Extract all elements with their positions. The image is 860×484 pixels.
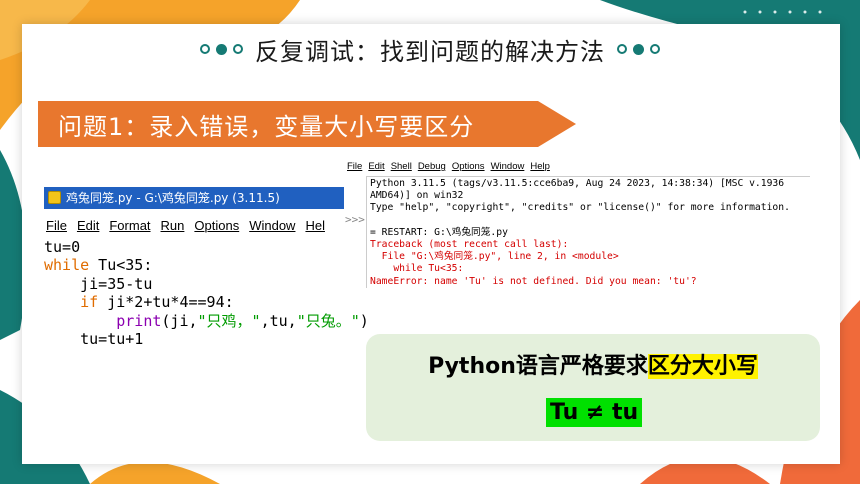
code-token: ,tu, bbox=[260, 311, 297, 330]
code-line: tu=0 bbox=[44, 238, 374, 256]
shell-line: = RESTART: G:\鸡兔同笼.py bbox=[370, 226, 508, 238]
circle-filled-icon bbox=[633, 43, 644, 55]
code-line: ji=35-tu bbox=[44, 275, 374, 293]
shell-line: Traceback (most recent call last): bbox=[370, 239, 569, 251]
editor-menubar: File Edit Format Run Options Window Hel bbox=[44, 214, 346, 236]
circle-outline-icon bbox=[200, 44, 210, 54]
shell-menu-help[interactable]: Help bbox=[530, 161, 550, 175]
python-file-icon bbox=[48, 191, 61, 204]
code-line: while Tu<35: bbox=[44, 256, 374, 274]
code-editor[interactable]: tu=0 while Tu<35: ji=35-tu if ji*2+tu*4==… bbox=[44, 238, 374, 358]
circle-outline-icon bbox=[233, 44, 243, 54]
code-token: (ji, bbox=[161, 311, 198, 330]
code-token: while bbox=[44, 256, 90, 275]
shell-line: File "G:\鸡兔同笼.py", line 2, in <module> bbox=[370, 251, 619, 263]
code-token: tu=tu+1 bbox=[44, 330, 144, 349]
shell-menu-shell[interactable]: Shell bbox=[391, 161, 412, 175]
shell-menu-window[interactable]: Window bbox=[491, 161, 525, 175]
code-line: tu=tu+1 bbox=[44, 330, 374, 348]
code-token: "只兔。" bbox=[296, 311, 360, 330]
menu-options[interactable]: Options bbox=[194, 218, 239, 233]
code-token: tu=0 bbox=[44, 238, 81, 256]
code-token: if bbox=[80, 293, 99, 312]
circle-filled-icon bbox=[216, 43, 227, 55]
callout-line-1: Python语言严格要求区分大小写 bbox=[366, 348, 820, 380]
menu-format[interactable]: Format bbox=[109, 218, 150, 233]
menu-run[interactable]: Run bbox=[161, 218, 185, 233]
circle-outline-icon bbox=[617, 44, 627, 54]
editor-window-title: 鸡兔同笼.py - G:\鸡兔同笼.py (3.11.5) bbox=[66, 191, 280, 205]
shell-output[interactable]: Python 3.11.5 (tags/v3.11.5:cce6ba9, Aug… bbox=[366, 176, 810, 288]
shell-line: Python 3.11.5 (tags/v3.11.5:cce6ba9, Aug… bbox=[370, 178, 785, 189]
shell-line: Type "help", "copyright", "credits" or "… bbox=[370, 202, 790, 214]
code-token: Tu<35: bbox=[89, 256, 153, 275]
shell-line: while Tu<35: bbox=[370, 263, 464, 275]
slide-title: 反复调试：找到问题的解决方法 bbox=[255, 37, 605, 66]
circle-outline-icon bbox=[650, 44, 660, 54]
shell-menu-edit[interactable]: Edit bbox=[368, 161, 384, 175]
shell-menu-debug[interactable]: Debug bbox=[418, 161, 446, 175]
shell-menu-file[interactable]: File bbox=[347, 161, 362, 175]
code-token: ) bbox=[359, 311, 369, 330]
editor-titlebar: 鸡兔同笼.py - G:\鸡兔同笼.py (3.11.5) bbox=[44, 187, 344, 209]
callout-highlight: 区分大小写 bbox=[647, 354, 758, 379]
code-token: ji=35-tu bbox=[44, 274, 153, 293]
shell-prompt-marker: >>> bbox=[345, 213, 365, 226]
callout-box: Python语言严格要求区分大小写 Tu ≠ tu bbox=[366, 334, 820, 441]
menu-file[interactable]: File bbox=[46, 218, 67, 233]
menu-help[interactable]: Hel bbox=[305, 218, 325, 233]
code-token: "只鸡，" bbox=[197, 311, 261, 330]
problem-banner: 问题1：录入错误，变量大小写要区分 bbox=[38, 101, 576, 147]
code-token: print bbox=[116, 311, 162, 330]
shell-menubar: File Edit Shell Debug Options Window Hel… bbox=[347, 161, 807, 175]
banner-text: 问题1：录入错误，变量大小写要区分 bbox=[58, 113, 475, 141]
shell-menu-options[interactable]: Options bbox=[452, 161, 485, 175]
callout-text: Python语言严格要求 bbox=[428, 354, 648, 379]
menu-edit[interactable]: Edit bbox=[77, 218, 99, 233]
code-token: ji*2+tu*4==94: bbox=[98, 293, 234, 312]
callout-line-2: Tu ≠ tu bbox=[546, 398, 643, 427]
slide-title-row: 反复调试：找到问题的解决方法 bbox=[140, 32, 720, 66]
code-line: print(ji,"只鸡，",tu,"只兔。") bbox=[44, 312, 374, 330]
shell-line: AMD64)] on win32 bbox=[370, 190, 464, 202]
shell-line: NameError: name 'Tu' is not defined. Did… bbox=[370, 275, 697, 287]
code-line: if ji*2+tu*4==94: bbox=[44, 293, 374, 311]
menu-window[interactable]: Window bbox=[249, 218, 295, 233]
